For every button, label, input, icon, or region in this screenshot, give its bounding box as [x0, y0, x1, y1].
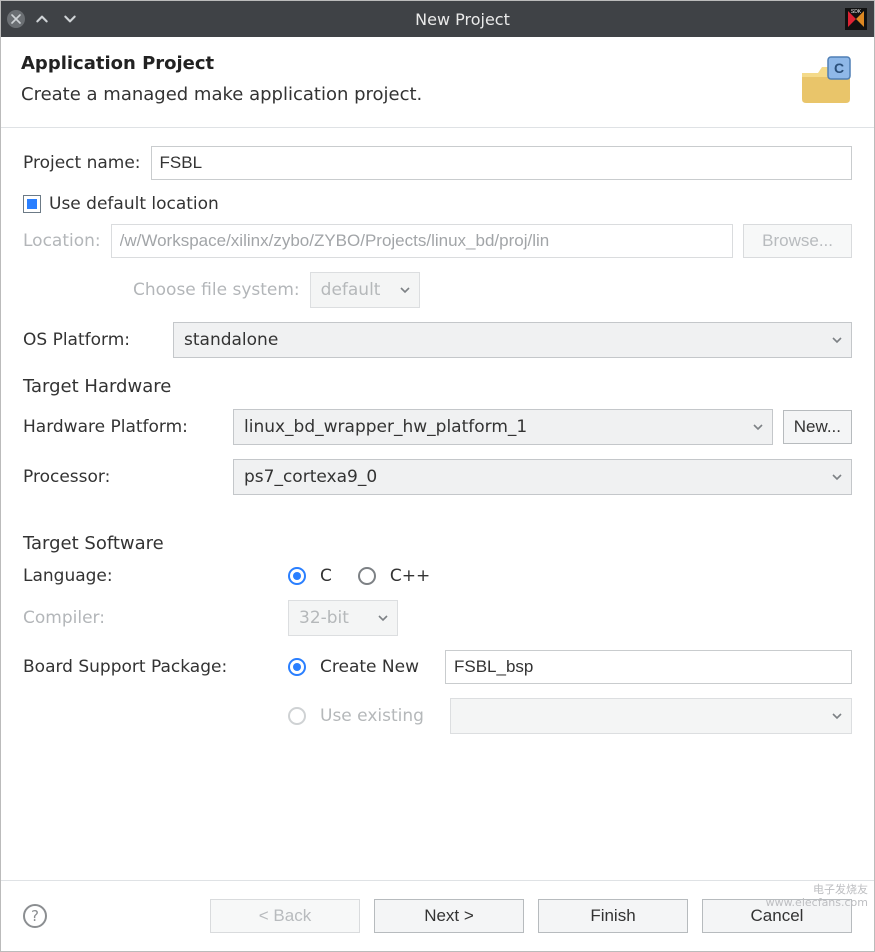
bsp-existing-select [450, 698, 852, 734]
use-default-location-label: Use default location [49, 194, 219, 214]
compiler-label: Compiler: [23, 608, 278, 628]
compiler-select: 32-bit [288, 600, 398, 636]
chevron-down-icon[interactable] [59, 8, 81, 30]
filesystem-label: Choose file system: [133, 280, 300, 300]
chevron-up-icon[interactable] [31, 8, 53, 30]
form-area: Project name: Use default location Locat… [1, 128, 874, 880]
hardware-platform-label: Hardware Platform: [23, 417, 223, 437]
project-name-input[interactable] [151, 146, 852, 180]
bsp-create-new-label: Create New [320, 657, 419, 677]
help-icon[interactable]: ? [23, 904, 47, 928]
os-platform-value: standalone [184, 330, 278, 350]
sdk-icon: SDK [844, 7, 868, 31]
bsp-use-existing-radio[interactable] [288, 707, 306, 725]
wizard-footer: ? < Back Next > Finish Cancel [1, 880, 874, 951]
titlebar: New Project SDK [1, 1, 874, 37]
language-cpp-label: C++ [390, 566, 430, 586]
bsp-create-new-radio[interactable] [288, 658, 306, 676]
svg-text:SDK: SDK [851, 9, 862, 15]
finish-button[interactable]: Finish [538, 899, 688, 933]
processor-select[interactable]: ps7_cortexa9_0 [233, 459, 852, 495]
target-software-heading: Target Software [23, 533, 852, 554]
bsp-label: Board Support Package: [23, 657, 278, 677]
close-icon[interactable] [7, 10, 25, 28]
language-c-radio[interactable] [288, 567, 306, 585]
back-button: < Back [210, 899, 360, 933]
os-platform-select[interactable]: standalone [173, 322, 852, 358]
processor-label: Processor: [23, 467, 223, 487]
new-hardware-button[interactable]: New... [783, 410, 852, 444]
language-label: Language: [23, 566, 278, 586]
browse-button: Browse... [743, 224, 852, 258]
cancel-button[interactable]: Cancel [702, 899, 852, 933]
hardware-platform-value: linux_bd_wrapper_hw_platform_1 [244, 417, 527, 437]
project-name-label: Project name: [23, 153, 141, 173]
target-hardware-heading: Target Hardware [23, 376, 852, 397]
bsp-use-existing-label: Use existing [320, 706, 424, 726]
page-title: Application Project [21, 53, 786, 74]
filesystem-select: default [310, 272, 420, 308]
compiler-value: 32-bit [299, 608, 349, 628]
location-input [111, 224, 734, 258]
page-subtitle: Create a managed make application projec… [21, 84, 786, 105]
window-title: New Project [81, 10, 844, 29]
folder-c-icon: C [798, 53, 854, 109]
location-label: Location: [23, 231, 101, 251]
use-default-location-checkbox[interactable] [23, 195, 41, 213]
bsp-name-input[interactable] [445, 650, 852, 684]
filesystem-value: default [321, 280, 381, 300]
language-cpp-radio[interactable] [358, 567, 376, 585]
language-c-label: C [320, 566, 332, 586]
wizard-header: Application Project Create a managed mak… [1, 37, 874, 128]
os-platform-label: OS Platform: [23, 330, 163, 350]
next-button[interactable]: Next > [374, 899, 524, 933]
processor-value: ps7_cortexa9_0 [244, 467, 377, 487]
hardware-platform-select[interactable]: linux_bd_wrapper_hw_platform_1 [233, 409, 773, 445]
svg-text:C: C [834, 60, 844, 76]
